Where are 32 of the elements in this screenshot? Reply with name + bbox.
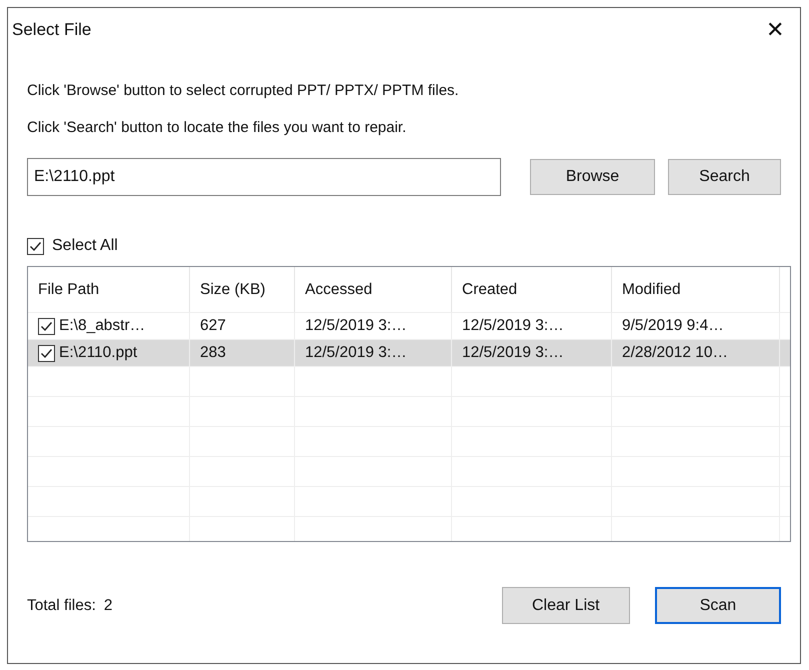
file-count: 2: [104, 596, 113, 616]
close-button[interactable]: ✕: [760, 15, 790, 45]
checkbox[interactable]: [38, 318, 55, 334]
window-title: Select File: [12, 19, 92, 42]
table-row[interactable]: E:\2110.ppt 283 12/5/2019 3:… 12/5/2019 3:… 2/28/2012 10…: [28, 340, 790, 367]
column-header[interactable]: Created: [452, 267, 612, 312]
path-field[interactable]: E:\2110.ppt: [27, 158, 501, 196]
table-cell-text: 283: [200, 343, 226, 364]
table-cell-text: 12/5/2019 3:…: [305, 316, 407, 336]
dialog-button[interactable]: Search: [668, 159, 781, 195]
instruction-text: Click 'Search' button to locate the files you want to repair.: [27, 118, 408, 138]
table-cell-text: 627: [200, 316, 226, 336]
table-row[interactable]: E:\8_abstr… 627 12/5/2019 3:… 12/5/2019 3:… 9/5/2019 9:4…: [28, 313, 790, 340]
column-header[interactable]: File Path: [28, 267, 190, 312]
table-cell-text: 12/5/2019 3:…: [305, 343, 407, 364]
checkbox[interactable]: [27, 238, 44, 254]
table-cell-text: 12/5/2019 3:…: [462, 316, 564, 336]
checkbox-label: Select All: [52, 236, 118, 256]
column-header[interactable]: Size (KB): [190, 267, 295, 312]
checkbox[interactable]: [38, 344, 55, 362]
column-header[interactable]: Accessed: [295, 267, 452, 312]
instruction-text: Click 'Browse' button to select corrupted PPT/ PPTX/ PPTM files.: [27, 81, 460, 101]
dialog-button[interactable]: Browse: [530, 159, 655, 195]
status-label: Total files:: [27, 596, 96, 616]
dialog-button[interactable]: Clear List: [502, 587, 630, 624]
table-cell-text: E:\8_abstr…: [59, 316, 146, 336]
table-cell-text: 12/5/2019 3:…: [462, 343, 564, 364]
table-cell-text: 9/5/2019 9:4…: [622, 316, 724, 336]
dialog-button[interactable]: Scan: [654, 587, 781, 624]
table-cell-text: E:\2110.ppt: [59, 343, 138, 364]
table-cell-text: 2/28/2012 10…: [622, 343, 728, 364]
column-header[interactable]: Modified: [612, 267, 780, 312]
